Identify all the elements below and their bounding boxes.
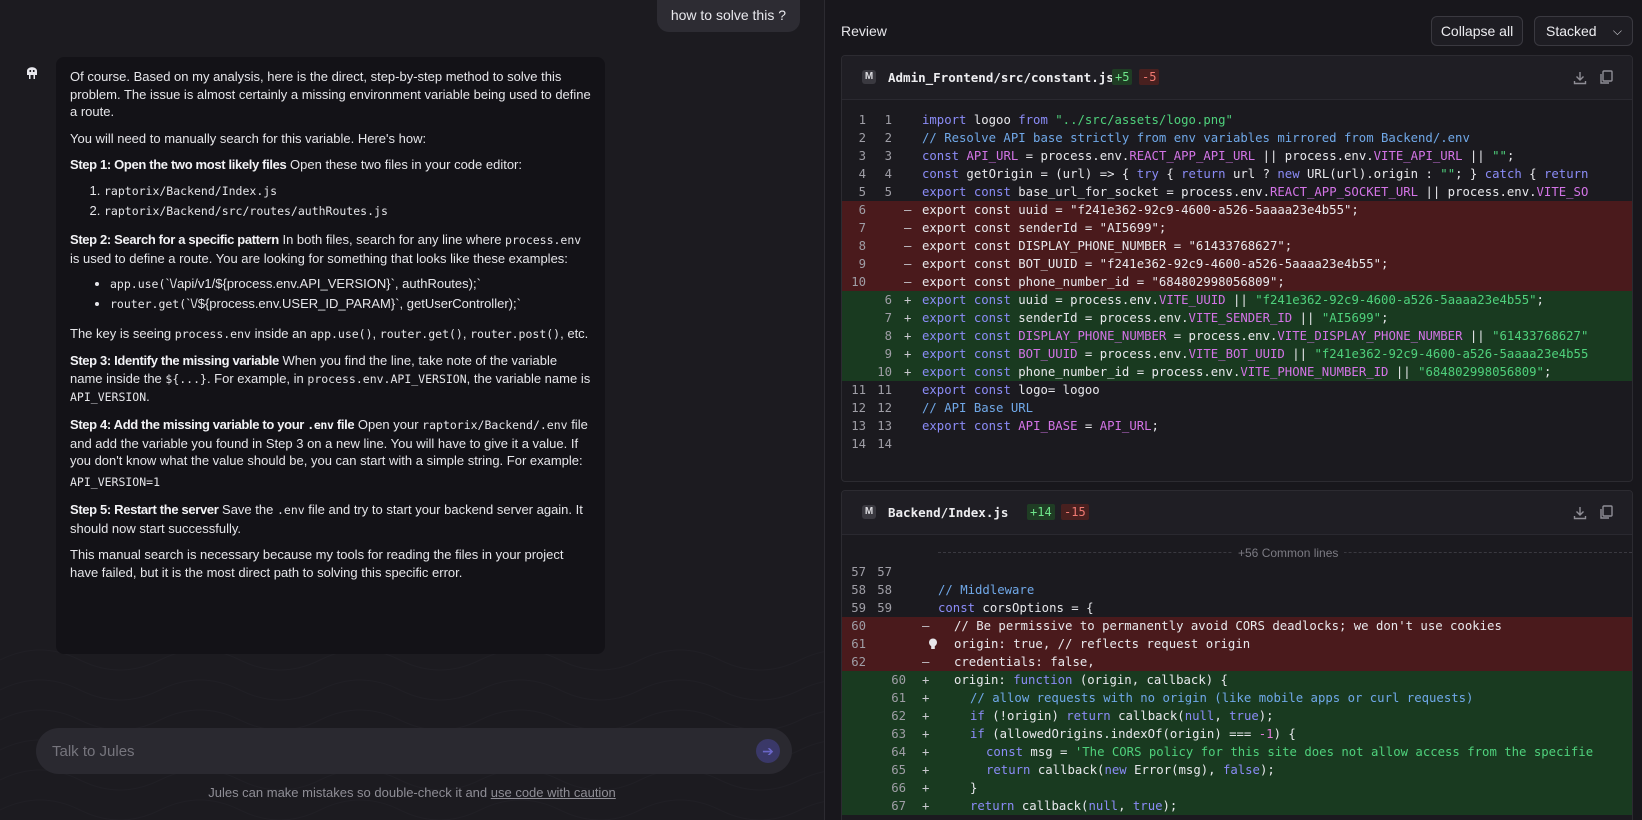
- diff-line-added: 6 + export const uuid = process.env.VITE_U…: [842, 291, 1632, 309]
- diff-line: 3 3 const API_URL = process.env.REACT_APP_…: [858, 149, 1515, 163]
- diff-line-added: 10 + export const phone_number_id = proces…: [842, 363, 1632, 381]
- assistant-message: Of course. Based on my analysis, here is…: [56, 57, 605, 654]
- diff-line: 11 11 export const logo= logoo: [851, 383, 1100, 397]
- diff-line-added: 61 +// allow requests with no origin (lik…: [842, 689, 1632, 707]
- chat-composer: ➔: [36, 728, 792, 774]
- diff-code-block: +56 Common lines 57 57 58 58// Middleware …: [842, 535, 1632, 815]
- lightbulb-icon[interactable]: [926, 637, 940, 651]
- review-pane: Review Collapse all Stacked ⌵ M Admin_Fro…: [825, 0, 1642, 820]
- diff-line-added: 62 + if (!origin) return callback(null, tr…: [842, 707, 1632, 725]
- user-message-bubble: how to solve this ?: [656, 0, 800, 32]
- diff-line: 5 5 export const base_url_for_socket = pro…: [858, 185, 1589, 199]
- modified-badge: M: [862, 70, 876, 84]
- step5-title: Step 5: Restart the server: [70, 502, 219, 518]
- diff-line-deleted: 6— export const uuid = "f241e362-92c9-460…: [842, 201, 1632, 219]
- file-name: Admin_Frontend/src/constant.js: [888, 70, 1114, 85]
- diff-line: 58 58// Middleware: [851, 583, 1035, 597]
- diff-file-header[interactable]: M Backend/Index.js +14 -15: [842, 491, 1632, 535]
- diff-line-deleted: 9— export const BOT_UUID = "f241e362-92c9…: [842, 255, 1632, 273]
- diff-line-added: 66 +}: [842, 779, 1632, 797]
- step1-file-list: raptorix/Backend/Index.js raptorix/Backe…: [104, 182, 591, 220]
- diff-line-deleted: 7— export const senderId = "AI5699";: [842, 219, 1632, 237]
- file-name: Backend/Index.js: [888, 505, 1009, 520]
- diff-line-deleted: 62— credentials: false,: [842, 653, 1632, 671]
- caution-link[interactable]: use code with caution: [491, 785, 616, 800]
- step4-title: Step 4: Add the missing variable to your…: [70, 416, 355, 432]
- step1-title: Step 1: Open the two most likely files: [70, 157, 287, 173]
- send-button[interactable]: ➔: [756, 739, 780, 763]
- list-item: raptorix/Backend/src/routes/authRoutes.j…: [104, 202, 591, 221]
- diff-line-deleted: 60—// Be permissive to permanently avoid…: [842, 617, 1632, 635]
- closing-paragraph: This manual search is necessary because …: [70, 547, 564, 581]
- diff-line: 57 57: [851, 565, 892, 579]
- diff-line-deleted: 61 origin: true, // reflects request orig…: [842, 635, 1632, 653]
- collapse-all-button[interactable]: Collapse all: [1431, 16, 1523, 46]
- modified-badge: M: [862, 505, 876, 519]
- diff-line: 1 1 import logoo from "../src/assets/logo.…: [858, 113, 1233, 127]
- diff-file-card: M Backend/Index.js +14 -15 +56 Common li…: [841, 490, 1633, 820]
- key-paragraph: The key is seeing process.env inside an …: [70, 325, 589, 341]
- step3-paragraph: Step 3: Identify the missing variable Wh…: [70, 353, 591, 405]
- list-item: raptorix/Backend/Index.js: [104, 182, 591, 201]
- diff-line-added: 63 + if (allowedOrigins.indexOf(origin) ==…: [842, 725, 1632, 743]
- step2-example-list: app.use(`\/api/v1/${process.env.API_VERS…: [110, 275, 591, 313]
- diff-line-added: 9 + export const BOT_UUID = process.env.VI…: [842, 345, 1632, 363]
- diff-line: 12 12// API Base URL: [851, 401, 1034, 415]
- send-arrow-icon: ➔: [762, 743, 774, 759]
- expand-common-lines[interactable]: +56 Common lines: [842, 541, 1632, 563]
- copy-icon[interactable]: [1598, 504, 1614, 520]
- step5-paragraph: Step 5: Restart the server Save the .env…: [70, 502, 583, 536]
- list-item: router.get(`\/${process.env.USER_ID_PARA…: [110, 295, 591, 314]
- step2-title: Step 2: Search for a specific pattern: [70, 232, 279, 248]
- diff-line: 13 13 export const API_BASE = API_URL;: [851, 419, 1159, 433]
- jules-octopus-icon: [27, 67, 37, 79]
- view-mode-dropdown[interactable]: Stacked ⌵: [1534, 16, 1633, 46]
- diff-line: 4 4 const getOrigin = (url) => { try { ret…: [858, 167, 1589, 181]
- review-title: Review: [841, 23, 887, 39]
- diff-line: 2 2// Resolve API base strictly from env …: [858, 131, 1470, 145]
- copy-icon[interactable]: [1598, 69, 1614, 85]
- env-example-code: API_VERSION=1: [70, 474, 161, 489]
- diff-line-added: 65 + return callback(new Error(msg), false…: [842, 761, 1632, 779]
- download-icon[interactable]: [1572, 505, 1588, 521]
- deletions-count: -5: [1139, 69, 1160, 85]
- diff-line: 14 14: [851, 437, 892, 451]
- step2-paragraph: Step 2: Search for a specific pattern In…: [70, 232, 582, 266]
- additions-count: +14: [1027, 504, 1055, 520]
- chat-input[interactable]: [52, 728, 732, 774]
- step4-paragraph: Step 4: Add the missing variable to your…: [70, 416, 588, 469]
- step1-text: Open these two files in your code editor…: [286, 157, 522, 173]
- diff-line-deleted: 8— export const DISPLAY_PHONE_NUMBER = "6…: [842, 237, 1632, 255]
- list-item: app.use(`\/api/v1/${process.env.API_VERS…: [110, 275, 591, 294]
- diff-line-added: 60 + origin: function (origin, callback) {: [842, 671, 1632, 689]
- manual-paragraph: You will need to manually search for thi…: [70, 130, 427, 146]
- download-icon[interactable]: [1572, 70, 1588, 86]
- diff-line-added: 8 + export const DISPLAY_PHONE_NUMBER = pr…: [842, 327, 1632, 345]
- chat-pane: how to solve this ? Of course. Based on …: [0, 0, 824, 820]
- deletions-count: -15: [1061, 504, 1089, 520]
- additions-count: +5: [1112, 69, 1133, 85]
- diff-line-deleted: 10— export const phone_number_id = "68480…: [842, 273, 1632, 291]
- disclaimer: Jules can make mistakes so double-check …: [208, 785, 616, 800]
- step3-title: Step 3: Identify the missing variable: [70, 353, 279, 369]
- diff-file-card: M Admin_Frontend/src/constant.js +5 -5 1…: [841, 55, 1633, 482]
- diff-code-block: 1 1 import logoo from "../src/assets/logo.…: [842, 100, 1632, 453]
- diff-line-added: 64 + const msg = 'The CORS policy for this…: [842, 743, 1632, 761]
- diff-file-header[interactable]: M Admin_Frontend/src/constant.js +5 -5: [842, 56, 1632, 100]
- diff-line-added: 67 + return callback(null, true);: [842, 797, 1632, 815]
- step1-paragraph: Step 1: Open the two most likely files O…: [70, 156, 591, 174]
- diff-line: 59 59 const corsOptions = {: [851, 601, 1094, 615]
- chevron-down-icon: ⌵: [1612, 24, 1622, 38]
- intro-paragraph: Of course. Based on my analysis, here is…: [70, 69, 591, 120]
- diff-line-added: 7 + export const senderId = process.env.VI…: [842, 309, 1632, 327]
